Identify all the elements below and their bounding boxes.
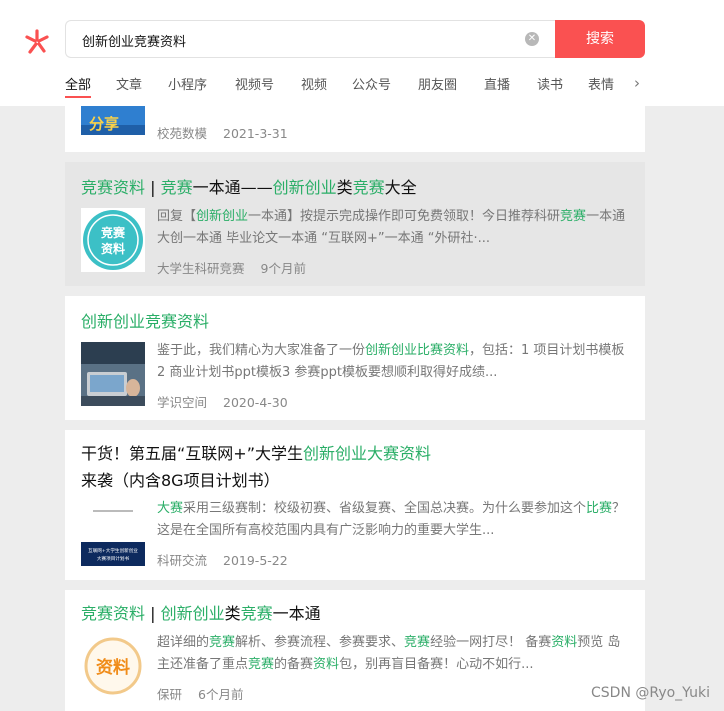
text-segment: 类	[336, 178, 353, 197]
sogou-logo-icon[interactable]	[22, 27, 52, 57]
tab-channels[interactable]: 视频号	[235, 74, 274, 93]
text-segment: 超详细的	[157, 635, 210, 650]
keyword-highlight: 竞赛资料	[81, 178, 146, 197]
result-date: 6个月前	[198, 687, 244, 702]
result-thumbnail: 互联网+大学生创新创业 大赛项目计划书	[81, 500, 145, 566]
result-card[interactable]: 竞赛资料 | 竞赛一本通——创新创业类竞赛大全 竞赛 资料 回复【创新创业一本通…	[65, 162, 645, 286]
result-date: 2021-3-31	[223, 126, 288, 141]
result-snippet: 回复【创新创业一本通】按提示完成操作即可免费领取！今日推荐科研竞赛一本通大创一本…	[157, 206, 629, 250]
result-source[interactable]: 科研交流	[157, 553, 207, 568]
keyword-highlight: 竞赛资料	[81, 604, 146, 623]
tab-books[interactable]: 读书	[537, 74, 563, 93]
keyword-highlight: 竞赛	[209, 635, 236, 650]
result-meta: 大学生科研竞赛 9个月前	[157, 258, 306, 277]
result-source[interactable]: 校苑数模	[157, 126, 207, 141]
keyword-highlight: 比赛	[586, 501, 613, 516]
result-meta: 学识空间 2020-4-30	[157, 392, 288, 411]
tab-moments[interactable]: 朋友圈	[418, 74, 457, 93]
top-bar: 创新创业竞赛资料 ✕ 搜索 全部 文章 小程序 视频号 视频 公众号 朋友圈 直…	[0, 0, 724, 106]
result-card[interactable]: 竞赛资料 | 创新创业类竞赛一本通 资料 超详细的竞赛解析、参赛流程、参赛要求、…	[65, 590, 645, 711]
result-date: 9个月前	[260, 261, 306, 276]
result-title[interactable]: 竞赛资料 | 竞赛一本通——创新创业类竞赛大全	[81, 174, 629, 201]
svg-text:竞赛: 竞赛	[101, 225, 126, 240]
result-meta: 校苑数模 2021-3-31	[157, 123, 288, 142]
tab-bar: 全部 文章 小程序 视频号 视频 公众号 朋友圈 直播 读书 表情	[65, 74, 645, 104]
text-segment: 经验一网打尽！ 备赛	[430, 635, 552, 650]
keyword-highlight: 竞赛	[404, 635, 431, 650]
keyword-highlight: 资料	[313, 657, 340, 672]
result-thumbnail	[81, 342, 145, 406]
result-card[interactable]: 干货！第五届“互联网+”大学生创新创业大赛资料来袭（内含8G项目计划书） 互联网…	[65, 430, 645, 580]
keyword-highlight: 竞赛	[560, 209, 587, 224]
thumb-label: 分享	[89, 115, 119, 133]
keyword-highlight: 创新创业	[196, 209, 249, 224]
result-title[interactable]: 创新创业竞赛资料	[81, 308, 629, 335]
result-snippet: 大赛采用三级赛制：校级初赛、省级复赛、全国总决赛。为什么要参加这个比赛？这是在全…	[157, 498, 629, 542]
tab-stickers[interactable]: 表情	[588, 74, 614, 93]
result-snippet: 超详细的竞赛解析、参赛流程、参赛要求、竞赛经验一网打尽！ 备赛资料预览 岛主还准…	[157, 632, 629, 676]
text-segment: 大全	[384, 178, 417, 197]
result-date: 2019-5-22	[223, 553, 288, 568]
tab-mini-programs[interactable]: 小程序	[168, 74, 207, 93]
tab-articles[interactable]: 文章	[116, 74, 142, 93]
svg-text:大赛项目计划书: 大赛项目计划书	[97, 555, 130, 562]
result-source[interactable]: 保研	[157, 687, 182, 702]
svg-text:互联网+大学生创新创业: 互联网+大学生创新创业	[88, 547, 138, 554]
text-segment: 包，别再盲目备赛！心动不如行...	[339, 657, 534, 672]
result-card[interactable]: 创新创业竞赛资料 鉴于此，我们精心为大家准备了一份创新创业比赛资料，包括：1 项…	[65, 296, 645, 420]
svg-text:资料: 资料	[101, 241, 125, 256]
search-button[interactable]: 搜索	[555, 20, 645, 58]
search-query-text[interactable]: 创新创业竞赛资料	[82, 31, 186, 50]
result-date: 2020-4-30	[223, 395, 288, 410]
keyword-highlight: 竞赛	[248, 657, 275, 672]
keyword-highlight: 大赛	[157, 501, 184, 516]
tab-videos[interactable]: 视频	[301, 74, 327, 93]
text-segment: |	[145, 178, 161, 197]
result-meta: 科研交流 2019-5-22	[157, 550, 288, 569]
text-segment: 来袭（内含8G项目计划书）	[81, 471, 280, 490]
keyword-highlight: 创新创业大赛资料	[303, 444, 432, 463]
text-segment: 鉴于此，我们精心为大家准备了一份	[157, 343, 366, 358]
keyword-highlight: 创新创业	[160, 604, 225, 623]
text-segment: 一本通——	[192, 178, 273, 197]
result-snippet: 鉴于此，我们精心为大家准备了一份创新创业比赛资料，包括：1 项目计划书模板2 商…	[157, 340, 629, 384]
result-thumbnail: 资料	[81, 634, 145, 698]
svg-text:资料: 资料	[96, 657, 130, 678]
search-input[interactable]: 创新创业竞赛资料 ✕	[65, 20, 555, 58]
keyword-highlight: 竞赛	[160, 178, 193, 197]
result-meta: 保研 6个月前	[157, 684, 243, 703]
tab-live[interactable]: 直播	[484, 74, 510, 93]
result-thumbnail: 竞赛 资料	[81, 208, 145, 272]
keyword-highlight: 竞赛	[352, 178, 385, 197]
text-segment: 类	[224, 604, 241, 623]
text-segment: |	[145, 604, 161, 623]
tab-official-accounts[interactable]: 公众号	[352, 74, 391, 93]
text-segment: 一本通	[272, 604, 321, 623]
result-source[interactable]: 学识空间	[157, 395, 207, 410]
clear-icon[interactable]: ✕	[525, 32, 539, 46]
text-segment: 一本通】按提示完成操作即可免费领取！今日推荐科研	[248, 209, 561, 224]
result-source[interactable]: 大学生科研竞赛	[157, 261, 245, 276]
keyword-highlight: 资料	[551, 635, 578, 650]
keyword-highlight: 创新创业竞赛资料	[81, 312, 210, 331]
watermark: CSDN @Ryo_Yuki	[591, 685, 710, 701]
keyword-highlight: 竞赛	[240, 604, 273, 623]
text-segment: 的备赛	[274, 657, 314, 672]
text-segment: 采用三级赛制：校级初赛、省级复赛、全国总决赛。为什么要参加这个	[183, 501, 587, 516]
result-title[interactable]: 竞赛资料 | 创新创业类竞赛一本通	[81, 600, 629, 627]
text-segment: 干货！第五届“互联网+”大学生	[81, 444, 303, 463]
keyword-highlight: 创新创业比赛资料	[365, 343, 470, 358]
chevron-right-icon[interactable]: ›	[634, 74, 640, 92]
keyword-highlight: 创新创业	[272, 178, 337, 197]
text-segment: 回复【	[157, 209, 197, 224]
tab-all[interactable]: 全部	[65, 74, 92, 98]
result-title[interactable]: 干货！第五届“互联网+”大学生创新创业大赛资料来袭（内含8G项目计划书）	[81, 440, 629, 494]
text-segment: 解析、参赛流程、参赛要求、	[235, 635, 405, 650]
